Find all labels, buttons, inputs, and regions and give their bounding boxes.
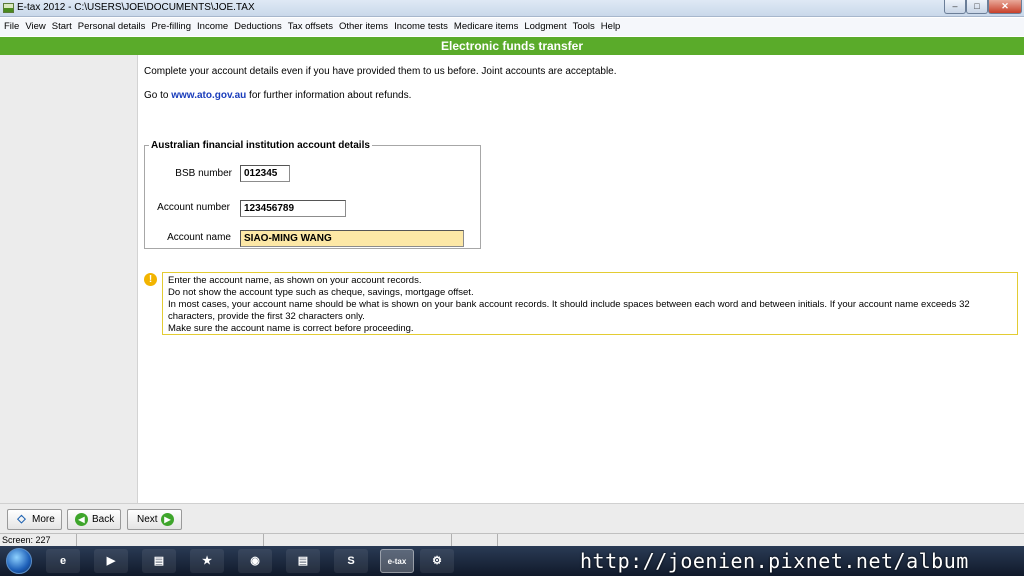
menu-income-tests[interactable]: Income tests	[394, 18, 448, 36]
bsb-input[interactable]	[240, 165, 290, 182]
refund-info-text: Go to www.ato.gov.au for further informa…	[144, 90, 411, 101]
status-divider	[451, 534, 452, 546]
account-details-legend: Australian financial institution account…	[151, 140, 370, 151]
menu-medicare-items[interactable]: Medicare items	[454, 18, 518, 36]
window-title: E-tax 2012 - C:\USERS\JOE\DOCUMENTS\JOE.…	[17, 2, 255, 13]
page-title: Electronic funds transfer	[440, 39, 584, 53]
navigation-bar: ◇ More ◀ Back Next ▶	[0, 503, 1024, 533]
menu-pre-filling[interactable]: Pre-filling	[151, 18, 191, 36]
menu-lodgment[interactable]: Lodgment	[524, 18, 566, 36]
title-bar: E-tax 2012 - C:\USERS\JOE\DOCUMENTS\JOE.…	[0, 0, 1024, 17]
media-player-icon[interactable]: ▶	[94, 549, 128, 573]
intro-text: Complete your account details even if yo…	[144, 66, 617, 77]
hint-line: Enter the account name, as shown on your…	[168, 275, 422, 286]
account-name-label: Account name	[167, 232, 231, 243]
file-explorer-icon[interactable]: ▤	[142, 549, 176, 573]
status-divider	[497, 534, 498, 546]
goto-prefix: Go to	[144, 90, 172, 101]
more-button[interactable]: ◇ More	[7, 509, 62, 530]
watermark-text: http://joenien.pixnet.net/album	[580, 549, 969, 573]
hint-line: Make sure the account name is correct be…	[168, 323, 414, 334]
menu-income[interactable]: Income	[197, 18, 228, 36]
account-details-group: Australian financial institution account…	[144, 140, 481, 249]
maximize-button[interactable]: □	[966, 0, 988, 14]
help-message-box: Enter the account name, as shown on your…	[162, 272, 1018, 335]
menu-other-items[interactable]: Other items	[339, 18, 388, 36]
main-content: Complete your account details even if yo…	[138, 55, 1024, 503]
bsb-label: BSB number	[175, 168, 232, 179]
ato-link[interactable]: www.ato.gov.au	[171, 90, 246, 101]
skype-icon[interactable]: S	[334, 549, 368, 573]
menu-file[interactable]: File	[4, 18, 19, 36]
next-button[interactable]: Next ▶	[127, 509, 182, 530]
next-arrow-icon: ▶	[161, 513, 174, 526]
menu-help[interactable]: Help	[601, 18, 621, 36]
minimize-button[interactable]: –	[944, 0, 966, 14]
etax-taskbar-icon[interactable]: e-tax	[380, 549, 414, 573]
status-divider	[76, 534, 77, 546]
status-bar: Screen: 227	[0, 533, 1024, 546]
menu-view[interactable]: View	[25, 18, 45, 36]
warning-icon: !	[144, 273, 157, 286]
menu-start[interactable]: Start	[52, 18, 72, 36]
internet-explorer-icon[interactable]: e	[46, 549, 80, 573]
account-number-label: Account number	[157, 202, 230, 213]
chrome-icon[interactable]: ◉	[238, 549, 272, 573]
close-button[interactable]: ✕	[988, 0, 1022, 14]
left-panel	[0, 55, 138, 503]
menu-tools[interactable]: Tools	[573, 18, 595, 36]
menu-tax-offsets[interactable]: Tax offsets	[288, 18, 333, 36]
app-icon[interactable]: ★	[190, 549, 224, 573]
account-name-input[interactable]	[240, 230, 464, 247]
back-label: Back	[92, 514, 115, 525]
more-label: More	[32, 514, 55, 525]
start-button-icon[interactable]	[6, 548, 32, 574]
folder-icon[interactable]: ▤	[286, 549, 320, 573]
tool-icon[interactable]: ⚙	[420, 549, 454, 573]
account-number-input[interactable]	[240, 200, 346, 217]
etax-app-icon	[3, 3, 14, 13]
goto-suffix: for further information about refunds.	[246, 90, 412, 101]
diamond-icon: ◇	[17, 513, 26, 525]
back-button[interactable]: ◀ Back	[67, 509, 121, 530]
status-divider	[263, 534, 264, 546]
page-header-bar: Electronic funds transfer	[0, 37, 1024, 55]
hint-line: In most cases, your account name should …	[168, 299, 970, 310]
hint-line: Do not show the account type such as che…	[168, 287, 474, 298]
back-arrow-icon: ◀	[75, 513, 88, 526]
menu-personal-details[interactable]: Personal details	[78, 18, 146, 36]
menu-bar: File View Start Personal details Pre-fil…	[0, 18, 1024, 36]
next-label: Next	[137, 514, 158, 525]
screen-number: Screen: 227	[2, 535, 51, 545]
menu-deductions[interactable]: Deductions	[234, 18, 282, 36]
hint-line: characters, provide the first 32 charact…	[168, 311, 365, 322]
